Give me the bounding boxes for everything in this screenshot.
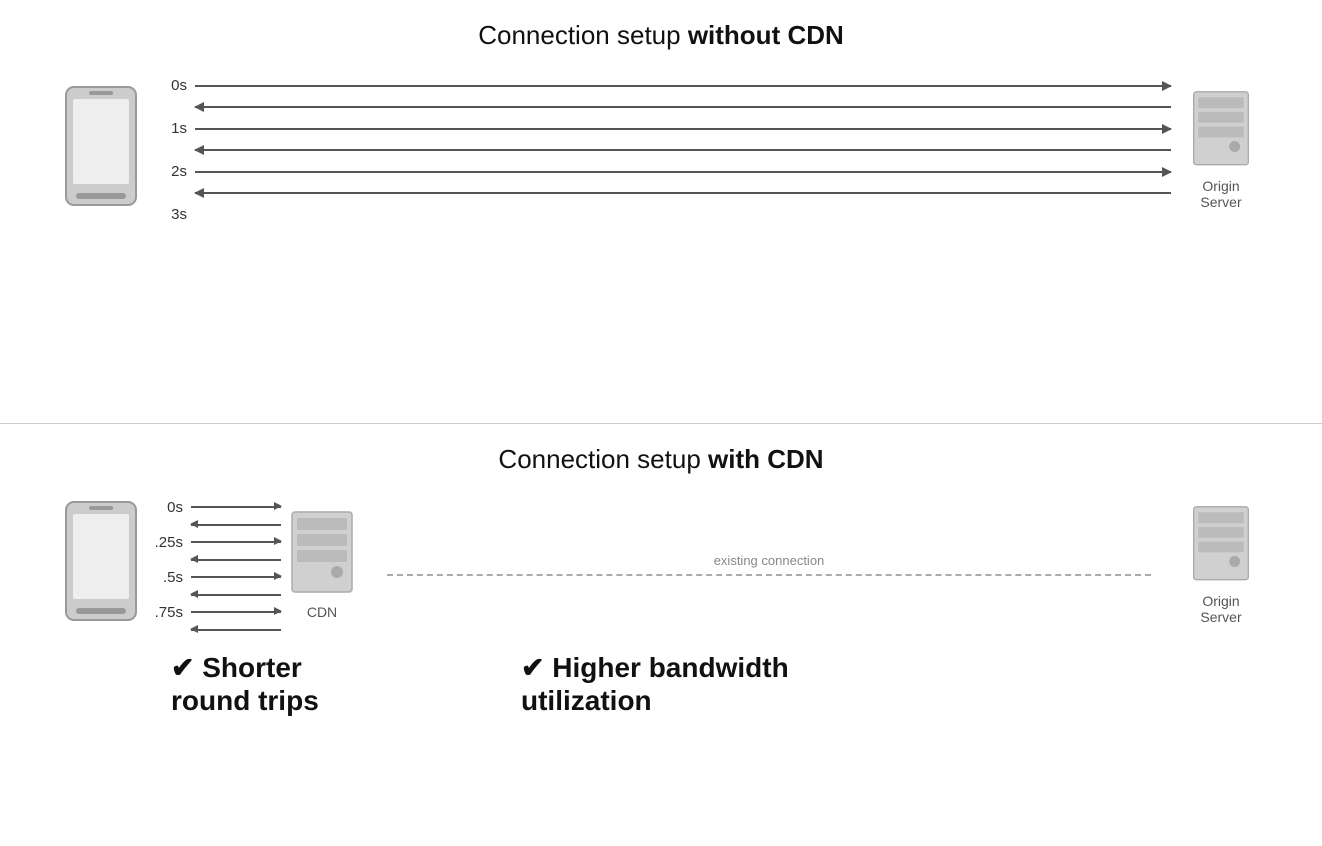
benefit-labels: ✔ Shorterround trips ✔ Higher bandwidthu… [61, 651, 1261, 718]
time-0s: 0s [151, 77, 187, 94]
arrow-right-1s [195, 128, 1171, 130]
cdn-time-row-75s: .75s [147, 604, 281, 621]
arrow-right-0s [195, 85, 1171, 87]
cdn-arrow-left-75s [191, 629, 281, 631]
cdn-phone-svg [61, 500, 141, 630]
cdn-time-25s: .25s [147, 534, 183, 551]
origin-server-bottom-label: OriginServer [1200, 593, 1241, 625]
benefit-bandwidth: ✔ Higher bandwidthutilization [481, 651, 1261, 718]
cdn-time-75s: .75s [147, 604, 183, 621]
arrow-left-1s [195, 149, 1171, 151]
existing-connection-area: existing connection [357, 553, 1181, 576]
cdn-label: CDN [307, 604, 337, 620]
cdn-time-row-0s-r [147, 524, 281, 526]
arrow-right-2s [195, 171, 1171, 173]
cdn-time-0s: 0s [147, 499, 183, 516]
time-row-0s-return [151, 106, 1171, 108]
arrow-left-0s [195, 106, 1171, 108]
with-cdn-section: Connection setup with CDN 0s .25s [0, 424, 1322, 846]
cdn-time-row-25s-r [147, 559, 281, 561]
title-bold: without CDN [688, 20, 844, 50]
without-cdn-diagram: 0s 1s 2s 3s [61, 71, 1261, 229]
cdn-arrow-right-5s [191, 576, 281, 578]
existing-connection-label: existing connection [714, 553, 825, 568]
origin-server-top: OriginServer [1181, 90, 1261, 210]
dotted-line [387, 574, 1151, 576]
title-normal-cdn: Connection setup [498, 444, 708, 474]
phone-icon [61, 85, 141, 215]
cdn-arrow-left-25s [191, 559, 281, 561]
cdn-arrow-left-5s [191, 594, 281, 596]
with-cdn-title: Connection setup with CDN [498, 444, 823, 475]
cdn-node: CDN [287, 510, 357, 620]
time-row-1s: 1s [151, 120, 1171, 137]
time-row-2s: 2s [151, 163, 1171, 180]
cdn-time-row-75s-r [147, 629, 281, 631]
cdn-server-svg [287, 510, 357, 600]
cdn-time-row-5s: .5s [147, 569, 281, 586]
without-cdn-section: Connection setup without CDN 0s 1s [0, 0, 1322, 424]
cdn-short-arrows: 0s .25s .5s [141, 495, 287, 635]
cdn-time-row-0s: 0s [147, 499, 281, 516]
title-normal: Connection setup [478, 20, 688, 50]
origin-server-top-label: OriginServer [1200, 178, 1241, 210]
time-1s: 1s [151, 120, 187, 137]
cdn-arrow-right-25s [191, 541, 281, 543]
cdn-arrow-left-0s [191, 524, 281, 526]
server-svg-bottom [1186, 505, 1256, 587]
time-2s: 2s [151, 163, 187, 180]
origin-server-bottom: OriginServer [1181, 505, 1261, 625]
title-bold-cdn: with CDN [708, 444, 824, 474]
server-svg-top [1186, 90, 1256, 172]
with-cdn-diagram: 0s .25s .5s [61, 495, 1261, 635]
cdn-time-5s: .5s [147, 569, 183, 586]
without-cdn-title: Connection setup without CDN [478, 20, 844, 51]
benefit-shorter: ✔ Shorterround trips [61, 651, 481, 718]
cdn-arrow-right-0s [191, 506, 281, 508]
cdn-arrow-right-75s [191, 611, 281, 613]
time-row-1s-return [151, 149, 1171, 151]
time-row-3s: 3s [151, 206, 1171, 223]
phone-svg [61, 85, 141, 215]
cdn-time-row-25s: .25s [147, 534, 281, 551]
time-3s: 3s [151, 206, 187, 223]
cdn-time-row-5s-r [147, 594, 281, 596]
without-cdn-arrows: 0s 1s 2s 3s [141, 71, 1181, 229]
time-row-2s-return [151, 192, 1171, 194]
time-row-0s: 0s [151, 77, 1171, 94]
arrow-left-2s [195, 192, 1171, 194]
cdn-phone-icon [61, 500, 141, 630]
